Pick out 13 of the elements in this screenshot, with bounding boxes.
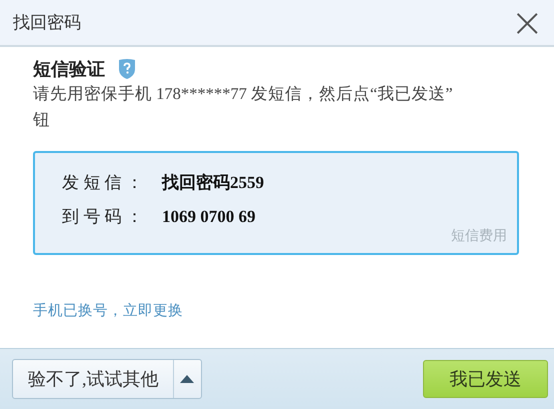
field-value: 1069 0700 69 bbox=[162, 207, 256, 227]
window-title: 找回密码 bbox=[13, 12, 81, 34]
field-label: 到 号 码 ： bbox=[62, 206, 144, 228]
field-label: 发 短 信 ： bbox=[62, 172, 144, 194]
field-value: 找回密码2559 bbox=[162, 172, 264, 194]
other-methods-split-button[interactable]: 验不了,试试其他 bbox=[12, 359, 202, 399]
close-button[interactable]: × bbox=[510, 8, 544, 38]
sent-button[interactable]: 我已发送 bbox=[423, 360, 548, 398]
caret-icon bbox=[180, 375, 194, 383]
instruction-text: 请先用密保手机 178******77 发短信，然后点“我已发送” 钮 bbox=[33, 83, 454, 131]
change-phone-link[interactable]: 手机已换号，立即更换 bbox=[33, 301, 183, 320]
section-title: 短信验证 bbox=[33, 58, 105, 81]
other-methods-button[interactable]: 验不了,试试其他 bbox=[13, 360, 172, 398]
